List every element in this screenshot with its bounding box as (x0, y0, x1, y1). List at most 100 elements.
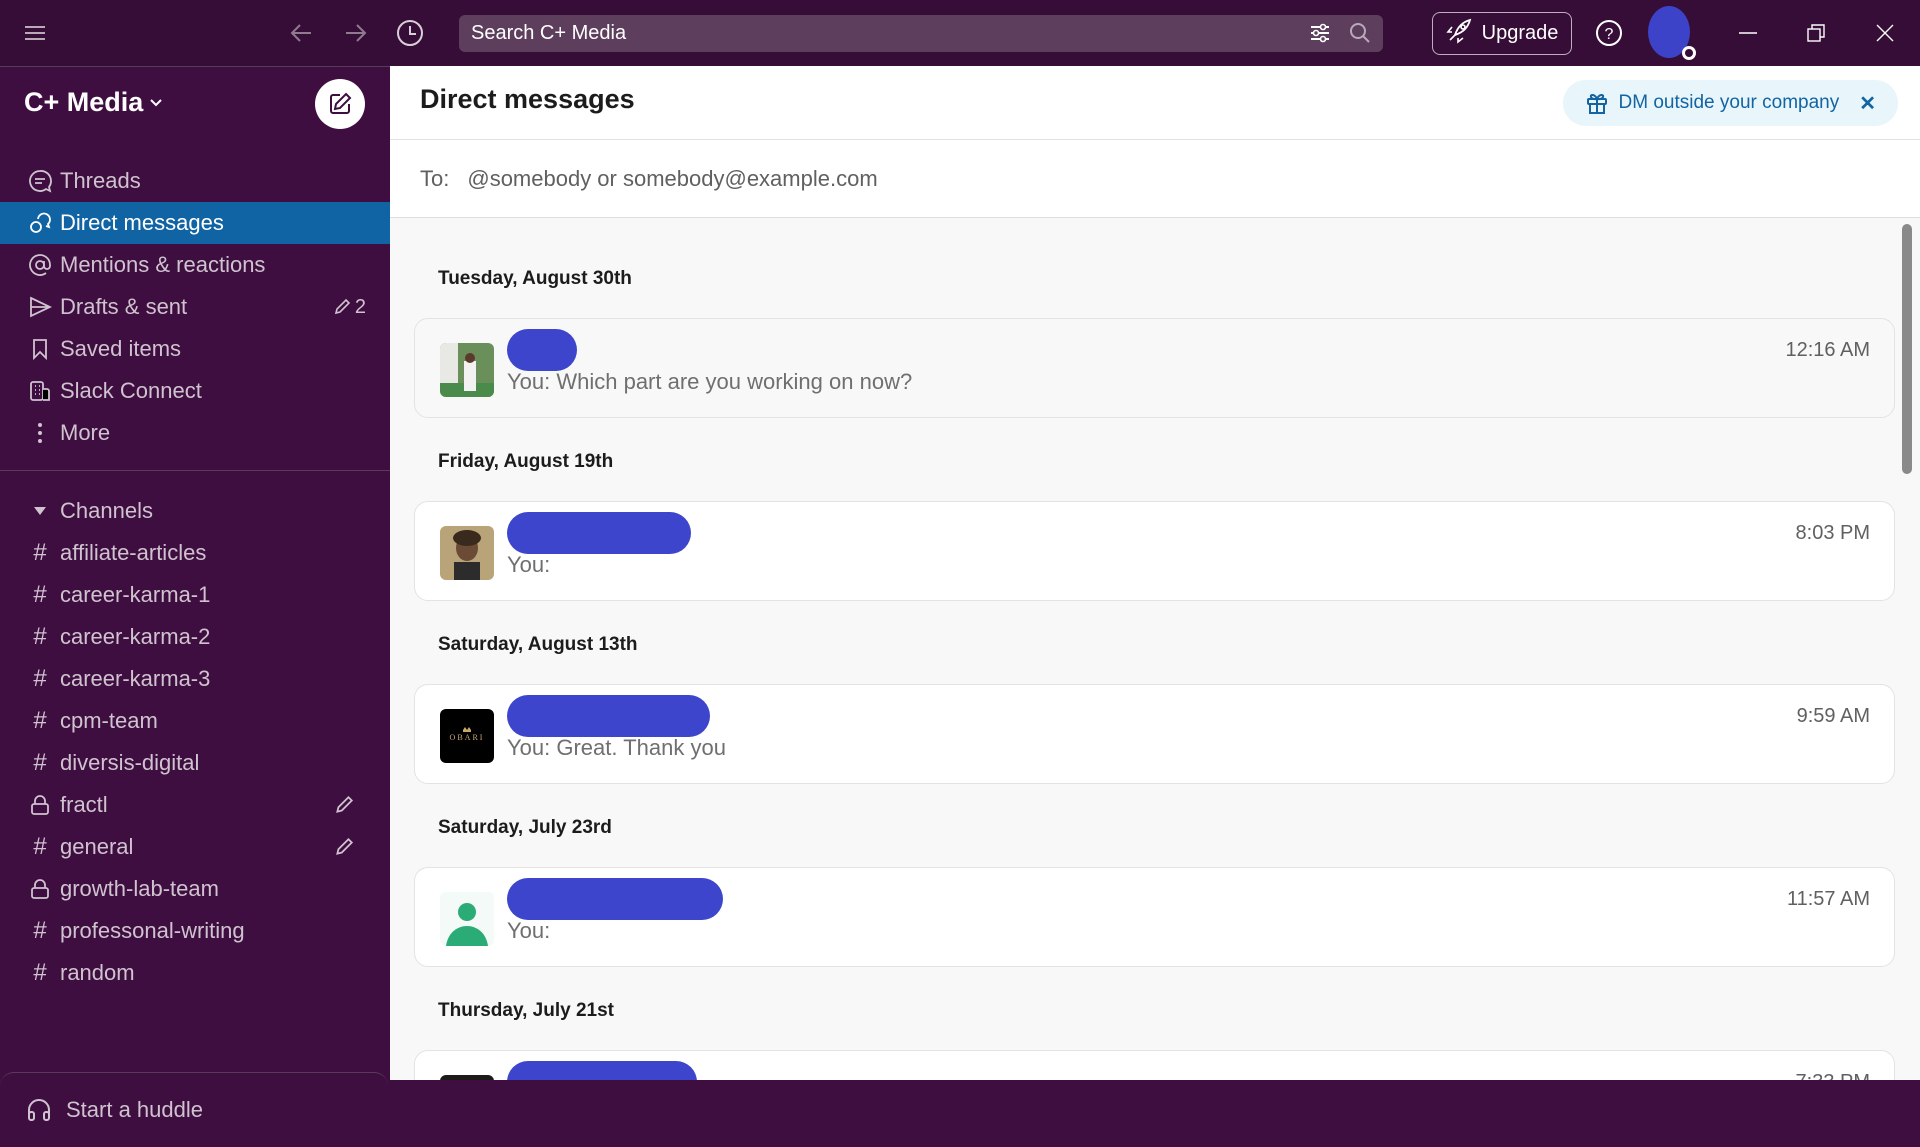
svg-text:OBARI: OBARI (450, 733, 485, 742)
history-icon[interactable] (393, 16, 427, 50)
timestamp: 9:59 AM (1796, 705, 1870, 727)
sidebar: C+ Media Threads Direct messages Mention… (0, 66, 390, 1122)
at-icon (22, 253, 58, 277)
search-bar[interactable]: Search C+ Media (459, 15, 1383, 52)
conversation-list: Tuesday, August 30th You: Which part are … (390, 218, 1900, 1080)
redacted-contact-name (507, 329, 577, 371)
timestamp: 7:33 PM (1796, 1071, 1870, 1080)
date-divider: Tuesday, August 30th (438, 268, 632, 289)
sidebar-item-more[interactable]: More (0, 412, 390, 454)
redacted-contact-name (507, 695, 710, 737)
scrollbar[interactable] (1902, 224, 1912, 474)
hash-icon: # (33, 623, 47, 650)
building-icon (22, 379, 58, 403)
dismiss-banner-icon[interactable]: ✕ (1859, 91, 1876, 116)
conversation-item[interactable]: You: Which part are you working on now? 1… (414, 318, 1895, 418)
redacted-contact-name (507, 512, 691, 554)
send-icon (22, 295, 58, 319)
svg-text:?: ? (1605, 26, 1614, 43)
compose-button[interactable] (315, 79, 365, 129)
sidebar-channel-item[interactable]: # general (0, 826, 390, 868)
caret-down-icon (22, 506, 58, 516)
sidebar-item-label: Slack Connect (60, 378, 202, 403)
channel-name: career-karma-3 (60, 666, 211, 691)
timestamp: 8:03 PM (1795, 522, 1870, 544)
hash-icon: # (33, 833, 47, 860)
workspace-menu[interactable]: C+ Media (24, 87, 163, 118)
timestamp: 11:57 AM (1786, 888, 1870, 910)
sidebar-channel-item[interactable]: # professonal-writing (0, 910, 390, 952)
avatar (440, 343, 494, 397)
sidebar-item-mentions[interactable]: Mentions & reactions (0, 244, 390, 286)
lock-icon (22, 794, 58, 816)
main-pane: Direct messages DM outside your company … (390, 66, 1920, 1080)
sidebar-item-direct-messages[interactable]: Direct messages (0, 202, 390, 244)
rocket-icon (1445, 18, 1472, 50)
upgrade-button[interactable]: Upgrade (1432, 12, 1572, 55)
channel-name: career-karma-2 (60, 624, 211, 649)
channels-section-header[interactable]: Channels (0, 490, 390, 532)
sidebar-item-label: More (60, 420, 111, 445)
workspace-name: C+ Media (24, 87, 144, 117)
sidebar-item-label: Saved items (60, 336, 182, 361)
date-divider: Thursday, July 21st (438, 1000, 614, 1021)
sidebar-channel-item[interactable]: # career-karma-3 (0, 658, 390, 700)
sidebar-item-label: Direct messages (60, 210, 224, 235)
channel-name: cpm-team (60, 708, 158, 733)
conversation-item[interactable]: OBARI You: Great. Thank you 9:59 AM (414, 684, 1895, 784)
sidebar-channel-item[interactable]: # random (0, 952, 390, 994)
channel-name: random (60, 960, 135, 985)
sidebar-channel-item[interactable]: # career-karma-2 (0, 616, 390, 658)
drafts-count-badge: 2 (333, 296, 366, 319)
pencil-icon (334, 837, 354, 857)
back-arrow-icon[interactable] (286, 18, 316, 48)
sidebar-channel-item[interactable]: # affiliate-articles (0, 532, 390, 574)
sidebar-item-saved[interactable]: Saved items (0, 328, 390, 370)
sidebar-divider (0, 470, 390, 471)
hash-icon: # (33, 749, 47, 776)
conversation-item[interactable]: You: 8:03 PM (414, 501, 1895, 601)
sidebar-item-drafts[interactable]: Drafts & sent 2 (0, 286, 390, 328)
search-icon[interactable] (1349, 22, 1371, 50)
date-divider: Saturday, July 23rd (438, 817, 612, 838)
conversation-item[interactable]: 7:33 PM (414, 1050, 1895, 1080)
sidebar-item-slack-connect[interactable]: Slack Connect (0, 370, 390, 412)
recipient-input[interactable] (467, 165, 1368, 192)
menu-icon[interactable] (22, 20, 48, 46)
dm-outside-company-banner[interactable]: DM outside your company ✕ (1562, 80, 1898, 126)
pencil-icon (334, 298, 351, 315)
avatar: OBARI (440, 709, 494, 763)
compose-icon (330, 92, 352, 114)
start-huddle-button[interactable]: Start a huddle (0, 1072, 388, 1147)
huddle-label: Start a huddle (66, 1097, 203, 1122)
close-icon[interactable] (1872, 20, 1898, 46)
message-preview: You: (507, 552, 551, 577)
filter-icon[interactable] (1309, 22, 1331, 50)
promo-label: DM outside your company (1618, 92, 1840, 113)
minimize-icon[interactable] (1735, 20, 1761, 46)
channel-name: affiliate-articles (60, 540, 207, 565)
sidebar-channel-item[interactable]: # diversis-digital (0, 742, 390, 784)
bookmark-icon (22, 337, 58, 361)
chevron-down-icon (150, 98, 163, 106)
sidebar-channel-item[interactable]: growth-lab-team (0, 868, 390, 910)
sidebar-item-label: Drafts & sent (60, 294, 188, 319)
sidebar-channel-item[interactable]: # cpm-team (0, 700, 390, 742)
help-icon[interactable]: ? (1594, 18, 1624, 48)
forward-arrow-icon[interactable] (341, 18, 371, 48)
restore-icon[interactable] (1803, 20, 1829, 46)
gift-icon (1586, 93, 1607, 114)
search-placeholder: Search C+ Media (471, 22, 627, 44)
presence-status-icon (1682, 46, 1696, 60)
sidebar-item-threads[interactable]: Threads (0, 160, 390, 202)
user-avatar[interactable] (1648, 6, 1696, 60)
redacted-contact-name (507, 878, 723, 920)
avatar (440, 1075, 494, 1080)
lock-icon (22, 878, 58, 900)
message-preview: You: Which part are you working on now? (507, 369, 913, 394)
channel-name: professonal-writing (60, 918, 245, 943)
sidebar-channel-item[interactable]: # career-karma-1 (0, 574, 390, 616)
conversation-item[interactable]: You: 11:57 AM (414, 867, 1895, 967)
sidebar-channel-item[interactable]: fractl (0, 784, 390, 826)
hash-icon: # (33, 959, 47, 986)
